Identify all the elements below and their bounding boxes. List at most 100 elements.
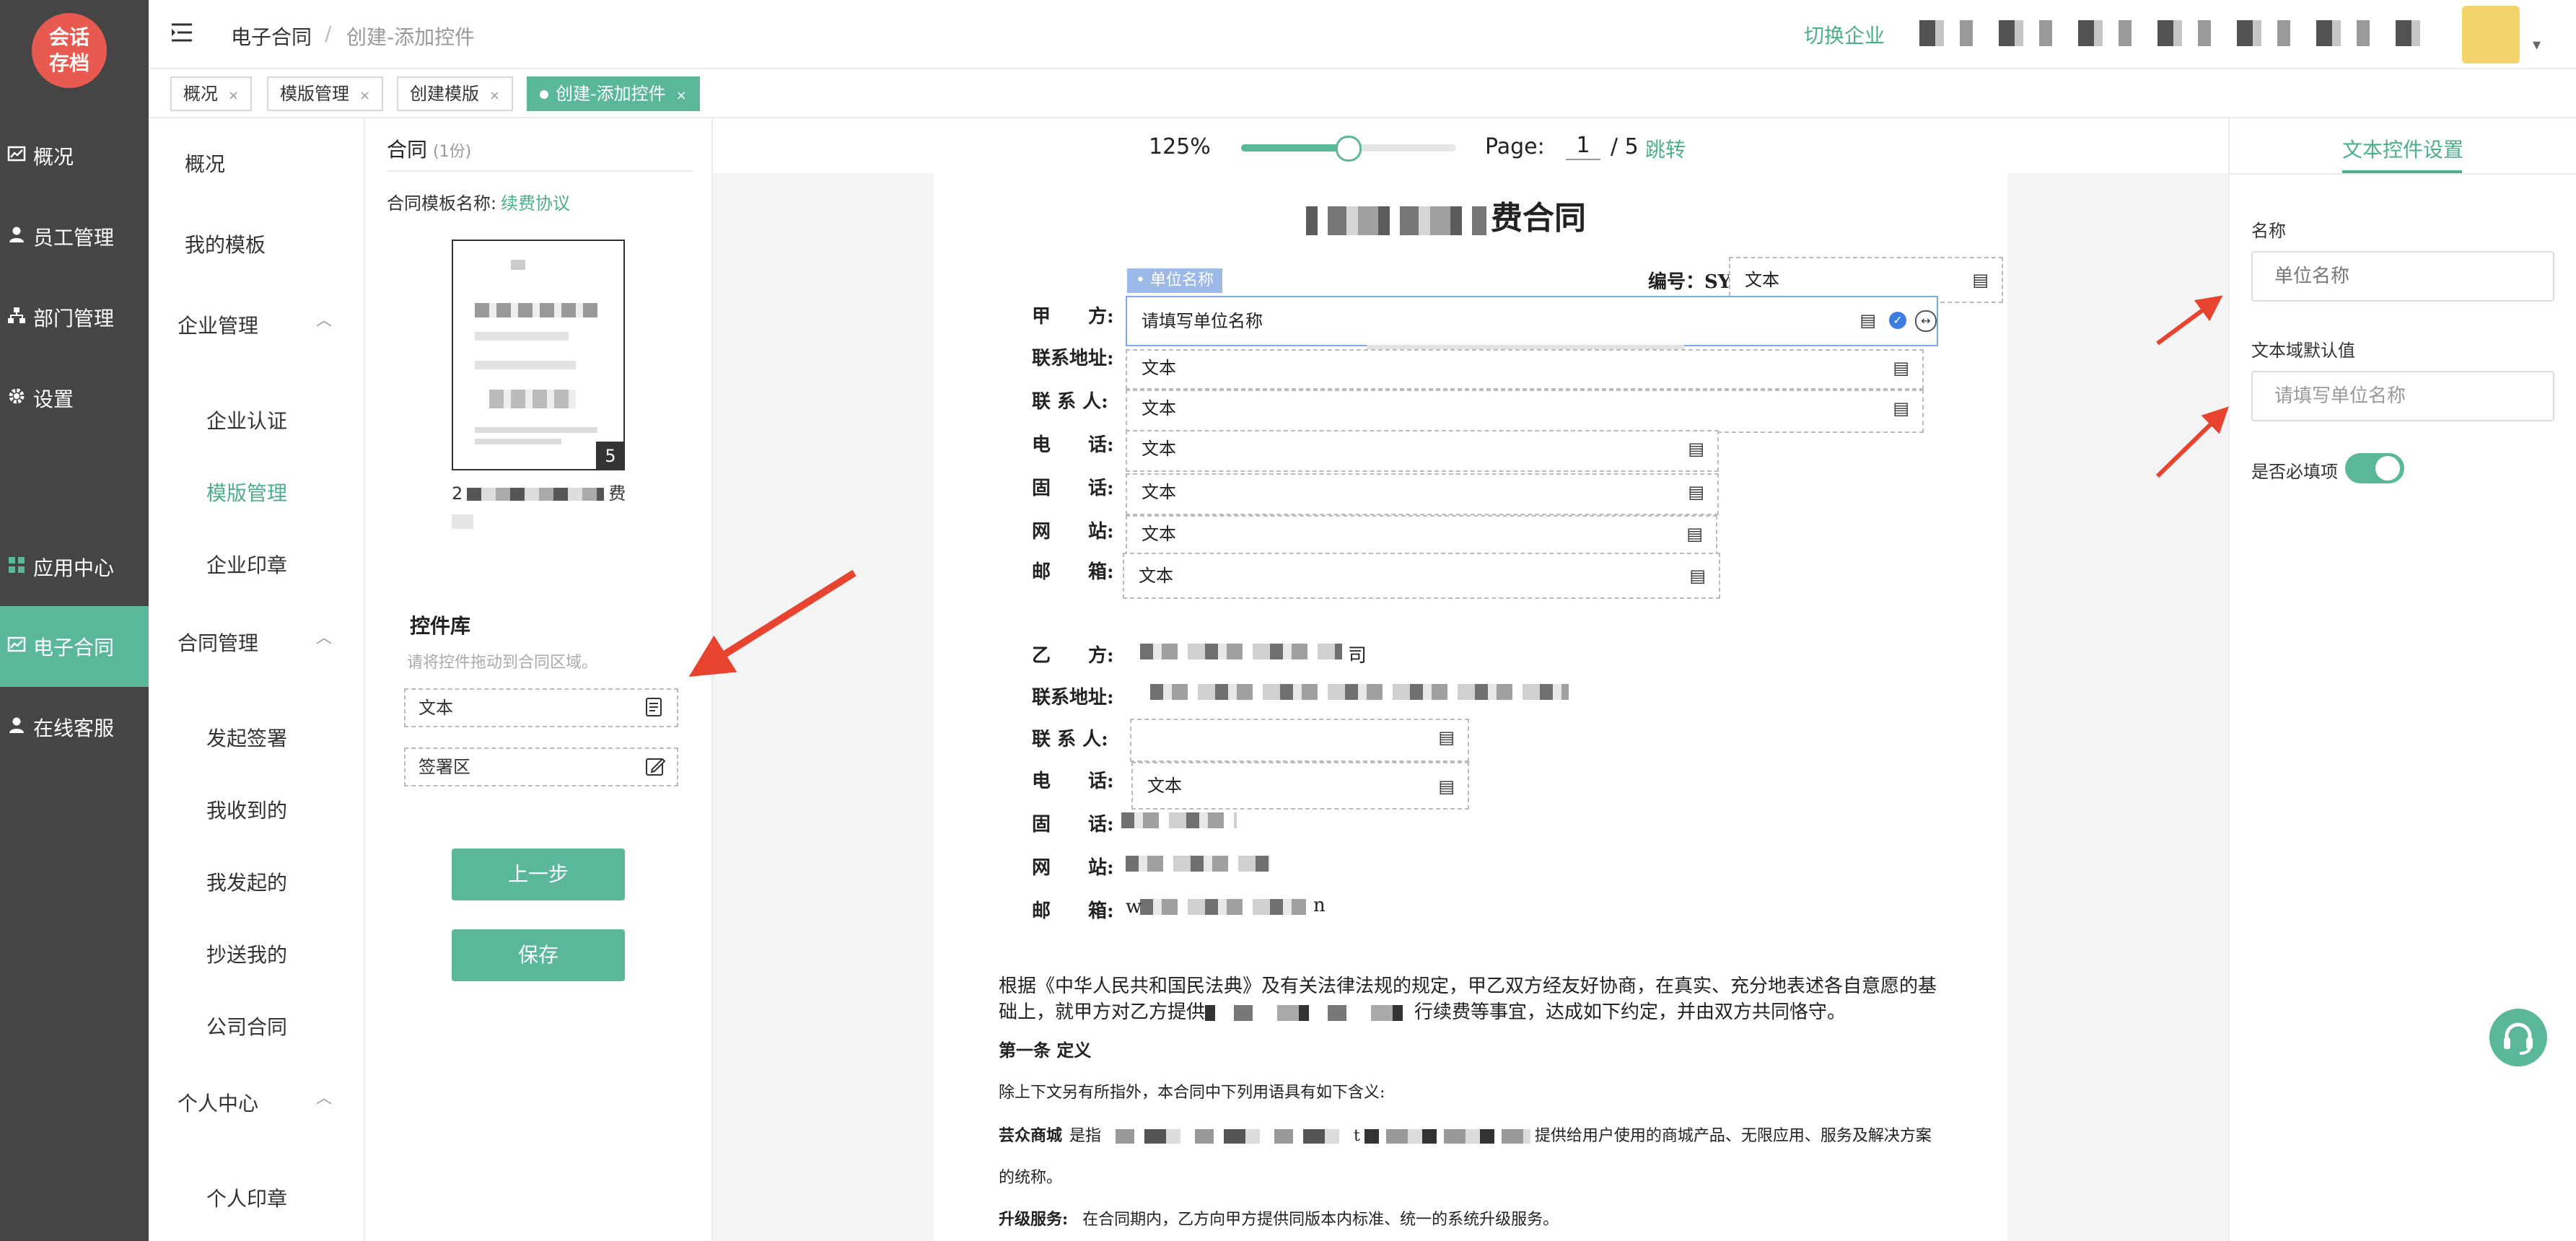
text-field-party-a-fixed-phone[interactable]: 文本 ▤ xyxy=(1126,473,1719,515)
default-value-input[interactable]: 请填写单位名称 xyxy=(2251,371,2554,421)
breadcrumb-root[interactable]: 电子合同 xyxy=(231,22,312,51)
sidebar-item-label: 在线客服 xyxy=(33,716,115,740)
template-name-value[interactable]: 续费协议 xyxy=(501,189,570,214)
doc-icon: ▤ xyxy=(1972,270,1989,290)
page-number-input[interactable]: 1 xyxy=(1566,133,1600,160)
submenu-company-contract[interactable]: 公司合同 xyxy=(206,1012,287,1040)
sidebar-item-label: 员工管理 xyxy=(33,226,115,250)
text-field-party-b-phone[interactable]: 文本 ▤ xyxy=(1131,762,1469,810)
save-button[interactable]: 保存 xyxy=(452,929,625,981)
submenu-sent[interactable]: 我发起的 xyxy=(206,867,287,896)
text-field-unit-name[interactable]: 请填写单位名称 ▤ xyxy=(1126,296,1938,346)
sidebar-item-department[interactable]: 部门管理 xyxy=(0,277,149,358)
library-text-control[interactable]: 文本 xyxy=(404,688,678,727)
text-field-party-b-contact[interactable]: ▤ xyxy=(1130,719,1469,762)
party-a-phone-label: 电 话: xyxy=(1032,434,1114,456)
zoom-level: 125% xyxy=(1149,134,1211,159)
check-icon[interactable]: ✓ xyxy=(1889,312,1906,329)
close-icon[interactable]: × xyxy=(359,88,370,103)
switch-company-link[interactable]: 切换企业 xyxy=(1804,20,1885,49)
field-placeholder: 请填写单位名称 xyxy=(1142,311,1263,331)
field-label: 文本 xyxy=(1139,566,1173,586)
name-label: 名称 xyxy=(2251,221,2286,241)
required-label: 是否必填项 xyxy=(2251,462,2338,482)
text-field-party-a-address[interactable]: 文本 ▤ xyxy=(1126,349,1924,390)
submenu-my-templates[interactable]: 我的模板 xyxy=(185,229,266,258)
tab-template-management[interactable]: 模版管理 × xyxy=(267,76,384,111)
avatar[interactable] xyxy=(2462,6,2520,63)
sidebar-item-e-contract[interactable]: 电子合同 xyxy=(0,606,149,687)
chevron-up-icon[interactable]: ︿ xyxy=(316,307,332,330)
submenu-cc[interactable]: 抄送我的 xyxy=(206,939,287,968)
thumb-blur xyxy=(475,332,569,341)
party-a-address-label: 联系地址: xyxy=(1032,348,1114,369)
close-icon[interactable]: × xyxy=(489,88,500,103)
submenu-contract-mgmt[interactable]: 合同管理 xyxy=(178,628,258,657)
chart-icon xyxy=(7,144,26,163)
close-icon[interactable]: × xyxy=(228,88,239,103)
doc-icon: ▤ xyxy=(1686,524,1703,544)
menu-toggle-icon[interactable] xyxy=(170,22,196,45)
doc-icon: ▤ xyxy=(1893,358,1909,378)
doc-icon: ▤ xyxy=(1859,310,1876,330)
prev-step-button[interactable]: 上一步 xyxy=(452,848,625,900)
viewer-toolbar xyxy=(713,118,2228,173)
headset-icon[interactable] xyxy=(2489,1009,2547,1066)
tab-add-control[interactable]: 创建-添加控件 × xyxy=(527,76,700,111)
text-field-party-a-website[interactable]: 文本 ▤ xyxy=(1126,515,1717,556)
company-redacted xyxy=(1101,1129,1354,1144)
chevron-up-icon[interactable]: ︿ xyxy=(316,1085,332,1108)
company-name-redacted xyxy=(1919,20,2424,46)
party-b-fixed-phone-redacted xyxy=(1121,812,1237,828)
text-field-party-a-contact[interactable]: 文本 ▤ xyxy=(1126,390,1924,433)
sidebar-item-staff[interactable]: 员工管理 xyxy=(0,196,149,277)
party-b-email-label: 邮 箱: xyxy=(1032,900,1114,922)
doc-icon: ▤ xyxy=(1689,566,1706,586)
user-icon xyxy=(7,225,26,244)
text-field-party-a-email[interactable]: 文本 ▤ xyxy=(1123,553,1720,599)
party-b-address-label: 联系地址: xyxy=(1032,687,1114,709)
control-library-hint: 请将控件拖动到合同区域。 xyxy=(407,654,598,672)
chevron-down-icon[interactable]: ▾ xyxy=(2533,36,2541,54)
submenu-personal-center[interactable]: 个人中心 xyxy=(178,1088,258,1117)
paragraph-intro-line2-suffix: 行续费等事宜，达成如下约定，并由双方共同恪守。 xyxy=(1414,1001,1846,1023)
submenu-company-cert[interactable]: 企业认证 xyxy=(206,405,287,434)
name-input[interactable]: 单位名称 xyxy=(2251,251,2554,302)
document-title-tail: 费合同 xyxy=(1491,200,1586,237)
party-b-website-redacted xyxy=(1126,856,1270,872)
field-label: 文本 xyxy=(1142,398,1176,418)
tab-overview[interactable]: 概况 × xyxy=(170,76,253,111)
term-1-mid: t xyxy=(1354,1127,1360,1145)
sign-edit-icon xyxy=(645,756,666,778)
tab-label: 模版管理 xyxy=(280,84,349,104)
tab-label: 创建-添加控件 xyxy=(556,84,666,104)
submenu-company-mgmt[interactable]: 企业管理 xyxy=(178,310,258,339)
submenu-received[interactable]: 我收到的 xyxy=(206,795,287,824)
zoom-slider-handle[interactable] xyxy=(1336,136,1362,162)
contract-thumbnail[interactable] xyxy=(452,240,625,470)
app-logo[interactable]: 会话 存档 xyxy=(32,13,107,88)
page-jump-link[interactable]: 跳转 xyxy=(1645,134,1686,163)
sidebar-item-settings[interactable]: 设置 xyxy=(0,358,149,439)
sidebar-item-overview[interactable]: 概况 xyxy=(0,115,149,196)
library-sign-area-control[interactable]: 签署区 xyxy=(404,747,678,786)
document-title: 费合同 xyxy=(1306,192,1586,238)
submenu-start-sign[interactable]: 发起签署 xyxy=(206,723,287,752)
party-a-website-label: 网 站: xyxy=(1032,521,1114,543)
text-field-party-a-phone[interactable]: 文本 ▤ xyxy=(1126,430,1719,472)
sidebar-item-app-center[interactable]: 应用中心 xyxy=(0,527,149,608)
tab-text-control-settings[interactable]: 文本控件设置 xyxy=(2342,134,2463,163)
submenu-overview[interactable]: 概况 xyxy=(185,149,225,177)
sidebar-item-support[interactable]: 在线客服 xyxy=(0,687,149,768)
chevron-up-icon[interactable]: ︿ xyxy=(316,625,332,648)
thumb-blur xyxy=(475,303,597,317)
zoom-slider-fill xyxy=(1241,144,1349,152)
submenu-company-seal[interactable]: 企业印章 xyxy=(206,550,287,579)
tab-create-template[interactable]: 创建模版 × xyxy=(397,76,514,111)
gear-icon xyxy=(7,387,26,405)
doc-icon: ▤ xyxy=(1688,439,1704,459)
submenu-personal-seal[interactable]: 个人印章 xyxy=(206,1183,287,1212)
resize-icon[interactable]: ↔ xyxy=(1915,310,1937,332)
submenu-template-mgmt[interactable]: 模版管理 xyxy=(206,478,287,507)
close-icon[interactable]: × xyxy=(676,88,687,103)
